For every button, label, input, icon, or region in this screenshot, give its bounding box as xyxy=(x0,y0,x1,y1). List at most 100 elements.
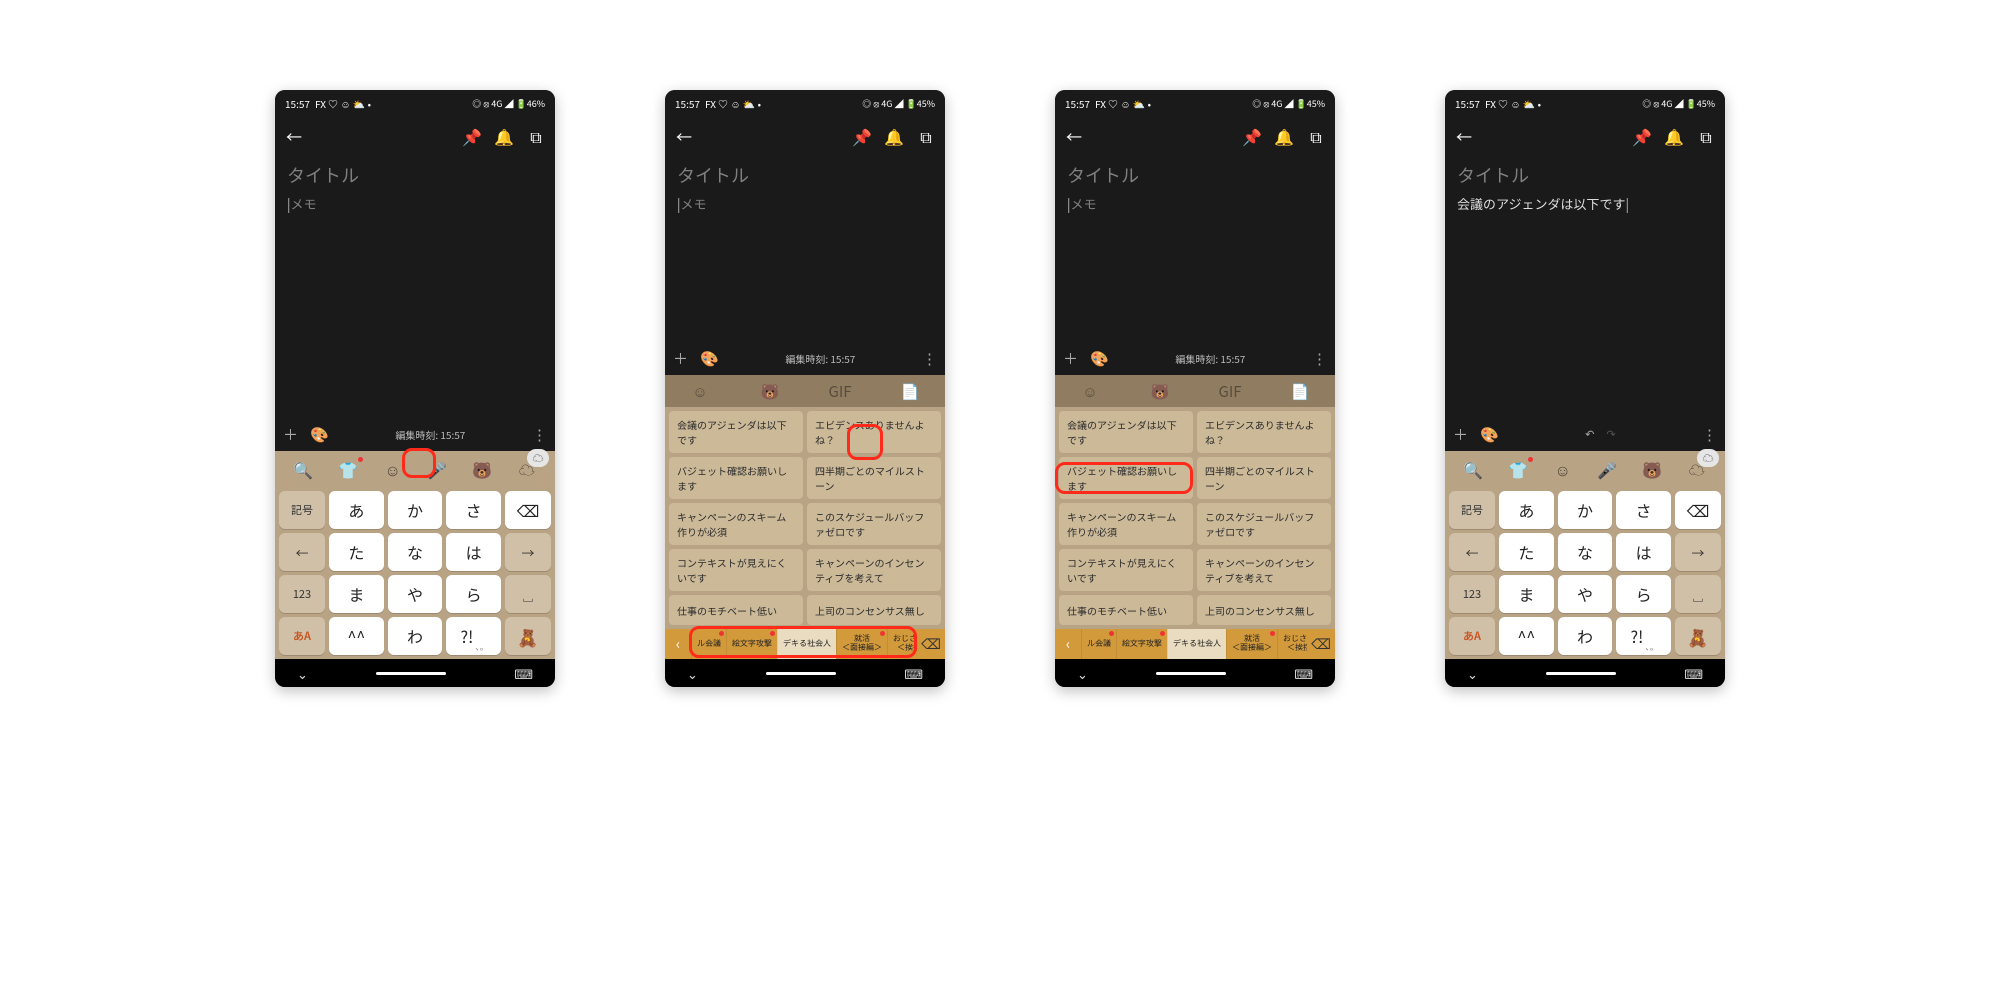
key-ma[interactable]: ま xyxy=(329,575,384,613)
phrase-item[interactable]: 会議のアジェンダは以下です xyxy=(1059,411,1193,453)
nav-down-icon[interactable]: ⌄ xyxy=(1077,664,1088,683)
category-item[interactable]: 絵文字攻撃 xyxy=(726,629,777,659)
nav-keyboard-icon[interactable]: ⌨ xyxy=(1294,664,1313,683)
note-body[interactable]: タイトル |メモ xyxy=(665,156,945,341)
category-left-arrow[interactable]: ‹ xyxy=(1055,629,1081,659)
bell-icon[interactable]: 🔔 xyxy=(1665,127,1683,145)
key-na[interactable]: な xyxy=(1558,533,1613,571)
emoji-face-icon[interactable]: ☺ xyxy=(1540,455,1585,483)
phrase-item[interactable]: 仕事のモチベート低い xyxy=(1059,595,1193,625)
key-ta[interactable]: た xyxy=(329,533,384,571)
nav-down-icon[interactable]: ⌄ xyxy=(687,664,698,683)
phrase-item[interactable]: エビデンスありませんよね？ xyxy=(1197,411,1331,453)
add-icon[interactable]: ＋ xyxy=(283,424,298,445)
more-icon[interactable]: ⋮ xyxy=(532,424,547,445)
bear-icon[interactable]: 🐻 xyxy=(460,455,505,483)
palette-icon[interactable]: 🎨 xyxy=(310,424,329,445)
more-icon[interactable]: ⋮ xyxy=(1702,424,1717,445)
lang-key[interactable]: あA xyxy=(1449,617,1495,655)
shirt-icon[interactable]: 👕 xyxy=(1496,455,1541,483)
search-icon[interactable]: 🔍 xyxy=(1451,455,1496,483)
phrase-item[interactable]: 会議のアジェンダは以下です xyxy=(669,411,803,453)
key-punct[interactable]: ?!、。 xyxy=(1616,617,1671,655)
category-item[interactable]: 絵文字攻撃 xyxy=(1116,629,1167,659)
category-item[interactable]: 就活＜面接編＞ xyxy=(1226,629,1277,659)
key-a[interactable]: あ xyxy=(1499,491,1554,529)
tab-emoji-icon[interactable]: ☺ xyxy=(1055,375,1125,407)
tab-gif[interactable]: GIF xyxy=(1195,375,1265,407)
key-ha[interactable]: は xyxy=(1616,533,1671,571)
tab-clipboard-icon[interactable]: 📄 xyxy=(1265,375,1335,407)
category-item-selected[interactable]: デキる社会人 xyxy=(1167,629,1226,659)
phrase-item[interactable]: バジェット確認お願いします xyxy=(1059,457,1193,499)
redo-icon[interactable]: ↷ xyxy=(1606,426,1615,442)
key-ya[interactable]: や xyxy=(388,575,443,613)
mic-icon[interactable]: 🎤 xyxy=(415,455,460,483)
tab-bear-icon[interactable]: 🐻 xyxy=(1125,375,1195,407)
add-icon[interactable]: ＋ xyxy=(1453,424,1468,445)
back-icon[interactable]: ← xyxy=(1065,127,1083,145)
category-item[interactable]: ル会議 xyxy=(1081,629,1116,659)
back-icon[interactable]: ← xyxy=(675,127,693,145)
phrase-item[interactable]: 仕事のモチベート低い xyxy=(669,595,803,625)
tab-gif[interactable]: GIF xyxy=(805,375,875,407)
left-key[interactable]: ← xyxy=(1449,533,1495,571)
phrase-item[interactable]: コンテキストが見えにくいです xyxy=(1059,549,1193,591)
note-title-placeholder[interactable]: タイトル xyxy=(677,162,933,188)
phrase-item[interactable]: キャンペーンのスキーム作りが必須 xyxy=(669,503,803,545)
pin-icon[interactable]: 📌 xyxy=(1243,127,1261,145)
phrase-item[interactable]: エビデンスありませんよね？ xyxy=(807,411,941,453)
left-key[interactable]: ← xyxy=(279,533,325,571)
phrase-item[interactable]: 四半期ごとのマイルストーン xyxy=(1197,457,1331,499)
num-key[interactable]: 123 xyxy=(1449,575,1495,613)
tab-clipboard-icon[interactable]: 📄 xyxy=(875,375,945,407)
home-handle[interactable] xyxy=(1156,672,1226,675)
key-ma[interactable]: ま xyxy=(1499,575,1554,613)
nav-keyboard-icon[interactable]: ⌨ xyxy=(904,664,923,683)
shirt-icon[interactable]: 👕 xyxy=(326,455,371,483)
archive-icon[interactable]: ⧉ xyxy=(917,127,935,145)
phrase-item[interactable]: このスケジュールバッファゼロです xyxy=(807,503,941,545)
note-title-placeholder[interactable]: タイトル xyxy=(287,162,543,188)
pin-icon[interactable]: 📌 xyxy=(1633,127,1651,145)
key-ya[interactable]: や xyxy=(1558,575,1613,613)
mic-icon[interactable]: 🎤 xyxy=(1585,455,1630,483)
right-key[interactable]: → xyxy=(505,533,551,571)
nav-down-icon[interactable]: ⌄ xyxy=(297,664,308,683)
home-handle[interactable] xyxy=(1546,672,1616,675)
archive-icon[interactable]: ⧉ xyxy=(1307,127,1325,145)
search-icon[interactable]: 🔍 xyxy=(281,455,326,483)
home-handle[interactable] xyxy=(376,672,446,675)
lang-key[interactable]: あA xyxy=(279,617,325,655)
key-a[interactable]: あ xyxy=(329,491,384,529)
phrase-item[interactable]: 上司のコンセンサス無し xyxy=(807,595,941,625)
more-icon[interactable]: ⋮ xyxy=(1312,348,1327,369)
archive-icon[interactable]: ⧉ xyxy=(527,127,545,145)
more-icon[interactable]: ⋮ xyxy=(922,348,937,369)
palette-icon[interactable]: 🎨 xyxy=(1090,348,1109,369)
pin-icon[interactable]: 📌 xyxy=(853,127,871,145)
phrase-item[interactable]: キャンペーンのインセンティブを考えて xyxy=(807,549,941,591)
note-title-placeholder[interactable]: タイトル xyxy=(1067,162,1323,188)
category-delete[interactable]: ⌫ xyxy=(917,629,945,659)
key-face[interactable]: ^^ xyxy=(329,617,384,655)
key-ka[interactable]: か xyxy=(1558,491,1613,529)
note-title-placeholder[interactable]: タイトル xyxy=(1457,162,1713,188)
key-sa[interactable]: さ xyxy=(446,491,501,529)
add-icon[interactable]: ＋ xyxy=(1063,348,1078,369)
key-ha[interactable]: は xyxy=(446,533,501,571)
key-na[interactable]: な xyxy=(388,533,443,571)
note-body[interactable]: タイトル |メモ xyxy=(275,156,555,417)
pin-icon[interactable]: 📌 xyxy=(463,127,481,145)
category-item[interactable]: おじさん会＜挨拶＞ xyxy=(887,629,917,659)
symbol-key[interactable]: 記号 xyxy=(279,491,325,529)
phrase-item[interactable]: バジェット確認お願いします xyxy=(669,457,803,499)
category-item[interactable]: 就活＜面接編＞ xyxy=(836,629,887,659)
delete-key[interactable]: ⌫ xyxy=(505,491,551,529)
space-key[interactable]: ␣ xyxy=(505,575,551,613)
add-icon[interactable]: ＋ xyxy=(673,348,688,369)
bear-icon[interactable]: 🐻 xyxy=(1630,455,1675,483)
key-wa[interactable]: わ xyxy=(1558,617,1613,655)
back-icon[interactable]: ← xyxy=(285,127,303,145)
key-ta[interactable]: た xyxy=(1499,533,1554,571)
